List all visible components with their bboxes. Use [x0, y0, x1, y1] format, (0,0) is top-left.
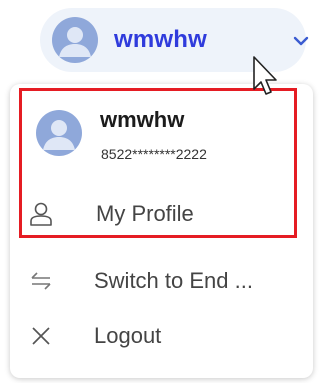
user-outline-icon — [30, 202, 52, 226]
chevron-down-icon[interactable] — [292, 34, 310, 48]
mouse-cursor-icon — [253, 56, 277, 95]
menu-item-switch[interactable]: Switch to End ... — [28, 257, 298, 305]
menu-username: wmwhw — [100, 107, 185, 132]
account-menu-screen: wmwhw wmwhw 8522********2222 My Profile — [0, 0, 325, 383]
menu-item-label: My Profile — [96, 201, 194, 226]
header-username: wmwhw — [114, 26, 208, 53]
user-avatar-icon — [59, 27, 91, 57]
menu-account-number: 8522********2222 — [101, 146, 207, 162]
switch-arrows-icon — [31, 272, 51, 290]
avatar — [52, 17, 98, 63]
close-icon — [32, 327, 50, 345]
user-avatar-icon — [43, 120, 75, 150]
menu-avatar — [36, 110, 82, 156]
menu-item-label: Logout — [94, 323, 162, 348]
menu-item-my-profile[interactable]: My Profile — [28, 190, 298, 238]
menu-item-logout[interactable]: Logout — [28, 312, 298, 360]
menu-item-label: Switch to End ... — [94, 268, 253, 293]
